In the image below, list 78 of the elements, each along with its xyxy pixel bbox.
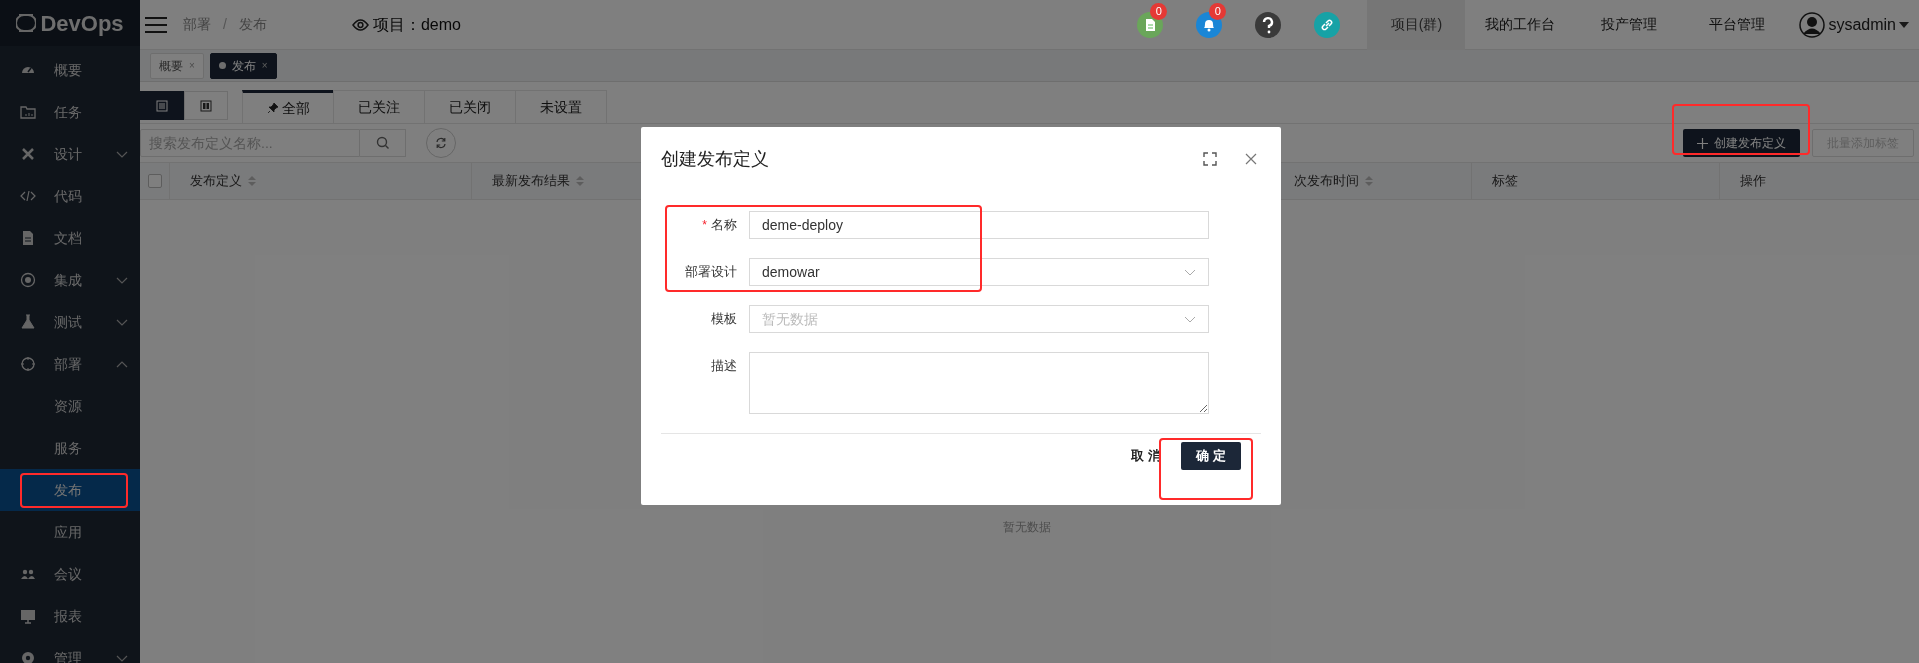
checkbox[interactable] <box>147 174 162 188</box>
confirm-button[interactable]: 确 定 <box>1181 442 1241 470</box>
help-icon[interactable] <box>1255 11 1282 38</box>
column-header[interactable]: 操作 <box>1740 171 1766 191</box>
pin-icon <box>266 102 279 114</box>
eye-icon <box>351 18 369 31</box>
search-button[interactable] <box>360 129 406 157</box>
page-tab[interactable]: 概要 × <box>150 52 204 79</box>
caret-icon <box>1899 21 1909 28</box>
field-label: 部署设计 <box>685 263 737 282</box>
filter-tab[interactable]: 未设置 <box>515 90 607 123</box>
notification-badge: 0 <box>1150 2 1168 20</box>
column-header[interactable]: 发布定义 <box>190 171 242 191</box>
sidebar-item[interactable]: 会议 <box>0 553 140 595</box>
board-icon <box>200 99 212 112</box>
chevron-down-icon <box>1184 268 1196 276</box>
field-label: 名称 <box>711 216 737 235</box>
tab-close[interactable]: × <box>261 58 268 73</box>
select-field[interactable]: demowar <box>749 258 1209 286</box>
flask-icon <box>20 314 36 330</box>
sidebar-subitem[interactable]: 应用 <box>0 511 140 553</box>
dialog-title: 创建发布定义 <box>661 147 769 171</box>
sidebar-subitem[interactable]: 服务 <box>0 427 140 469</box>
crosshair-icon <box>20 356 36 372</box>
action-button[interactable]: 创建发布定义 <box>1683 129 1800 157</box>
plus-icon <box>1697 137 1708 149</box>
search-icon <box>375 136 390 150</box>
code-icon <box>20 188 36 204</box>
nav-tab[interactable]: 项目(群) <box>1367 0 1466 50</box>
input-field[interactable]: deme-deploy <box>749 211 1209 239</box>
refresh-icon <box>435 137 447 149</box>
required-mark: * <box>702 217 707 234</box>
list-icon <box>156 99 168 112</box>
sidebar-item[interactable]: 设计 <box>0 133 140 175</box>
circle-icon <box>20 272 36 288</box>
sidebar-item[interactable]: 报表 <box>0 595 140 637</box>
list-view-button[interactable] <box>140 91 184 120</box>
close-icon[interactable] <box>1245 153 1257 165</box>
folder-icon <box>20 104 36 120</box>
breadcrumb-link[interactable]: 发布 <box>238 14 267 35</box>
fullscreen-icon[interactable] <box>1203 152 1217 166</box>
select-field[interactable]: 暂无数据 <box>749 305 1209 333</box>
menu-icon[interactable] <box>145 16 167 33</box>
board-view-button[interactable] <box>184 91 228 120</box>
breadcrumb-link[interactable]: 部署 <box>183 14 211 35</box>
user-name: sysadmin <box>1828 14 1896 35</box>
sidebar-subitem[interactable]: 发布 <box>0 469 140 511</box>
user-menu[interactable]: sysadmin <box>1799 11 1909 38</box>
filter-tab[interactable]: 全部 <box>242 90 334 123</box>
sidebar-item[interactable]: 代码 <box>0 175 140 217</box>
field-label: 模板 <box>711 310 737 329</box>
breadcrumb-separator: / <box>223 15 227 34</box>
sidebar-item[interactable]: 测试 <box>0 301 140 343</box>
field-label: 描述 <box>711 357 737 376</box>
document-icon <box>20 230 36 246</box>
column-header[interactable]: 标签 <box>1492 171 1518 191</box>
nav-tab[interactable]: 平台管理 <box>1683 0 1792 50</box>
sidebar-item[interactable]: 部署 <box>0 343 140 385</box>
tab-close[interactable]: × <box>189 58 195 73</box>
column-header[interactable]: 最新发布结果 <box>492 171 570 191</box>
sidebar-subitem[interactable]: 资源 <box>0 385 140 427</box>
logo-text: DevOps <box>40 9 124 38</box>
notification-badge: 0 <box>1209 2 1227 20</box>
nav-tab[interactable]: 投产管理 <box>1575 0 1684 50</box>
avatar-icon <box>1799 11 1826 38</box>
sidebar-item[interactable]: 概要 <box>0 49 140 91</box>
column-header[interactable]: 次发布时间 <box>1294 171 1359 191</box>
project-label: 项目：demo <box>372 14 461 35</box>
chevron-down-icon <box>1184 315 1196 323</box>
nav-tab[interactable]: 我的工作台 <box>1465 0 1576 50</box>
link-icon[interactable] <box>1314 11 1341 38</box>
tools-icon <box>20 146 36 162</box>
logo-icon <box>16 12 37 34</box>
page-tab[interactable]: 发布 × <box>209 52 277 79</box>
monitor-icon <box>20 608 36 624</box>
sidebar-item[interactable]: 文档 <box>0 217 140 259</box>
sidebar-item[interactable]: 集成 <box>0 259 140 301</box>
sidebar-item[interactable]: 任务 <box>0 91 140 133</box>
